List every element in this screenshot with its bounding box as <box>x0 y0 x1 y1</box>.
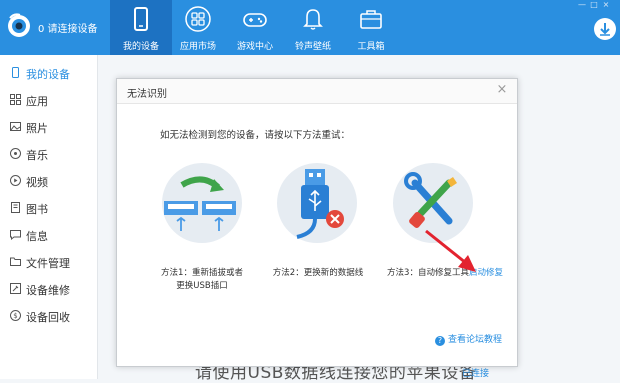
sidebar-item-label: 我的设备 <box>26 68 70 81</box>
sidebar-item-label: 应用 <box>26 95 48 108</box>
device-icon <box>12 67 19 78</box>
video-icon <box>10 175 21 186</box>
dialog-close-button[interactable]: × <box>495 83 509 97</box>
forum-tutorial-link[interactable]: ? 查看论坛教程 <box>435 332 502 346</box>
device-status[interactable]: 0 请连接设备 <box>38 20 98 35</box>
nav-label: 我的设备 <box>122 42 159 52</box>
dialog-intro: 如无法检测到您的设备，请按以下方法重试： <box>160 130 351 141</box>
phone-icon <box>134 7 148 31</box>
maximize-button[interactable]: □ <box>588 0 600 9</box>
repair-icon <box>10 283 21 294</box>
sidebar-item-label: 设备维修 <box>26 284 70 297</box>
sidebar: 我的设备 应用 照片 音乐 视频 图书 信息 文件管理 设备维修 $ 设备回收 <box>0 55 98 379</box>
dialog-title: 无法识别 <box>127 89 167 100</box>
forum-link-label: 查看论坛教程 <box>448 335 503 345</box>
sidebar-item-label: 设备回收 <box>26 311 70 324</box>
sidebar-item-books[interactable]: 图书 <box>0 197 97 219</box>
sidebar-item-file-manager[interactable]: 文件管理 <box>0 251 97 273</box>
usb-ports-icon <box>164 176 236 231</box>
folder-icon <box>10 257 21 266</box>
gamepad-icon <box>243 13 267 27</box>
toolbox-icon <box>360 10 382 29</box>
apps-icon <box>10 94 21 105</box>
sidebar-item-label: 音乐 <box>26 149 48 162</box>
music-icon <box>10 148 21 159</box>
nav-label: 游戏中心 <box>236 42 273 52</box>
recycle-icon: $ <box>10 310 21 321</box>
unrecognized-dialog: 无法识别 × 如无法检测到您的设备，请按以下方法重试： 方法1：重新插拔或者 更… <box>116 78 518 367</box>
close-window-button[interactable]: × <box>600 0 612 9</box>
method2-illustration <box>277 163 357 243</box>
sidebar-item-device-repair[interactable]: 设备维修 <box>0 278 97 300</box>
sidebar-item-label: 视频 <box>26 176 48 189</box>
download-button[interactable] <box>594 18 616 40</box>
app-logo-icon <box>8 13 30 37</box>
sidebar-item-label: 照片 <box>26 122 48 135</box>
nav-my-device[interactable]: 我的设备 <box>110 0 172 55</box>
connection-status: 已连接 <box>462 369 490 379</box>
nav-toolbox[interactable]: 工具箱 <box>340 0 402 55</box>
nav-game-center[interactable]: 游戏中心 <box>224 0 286 55</box>
apps-grid-icon <box>185 6 211 32</box>
nav-label: 铃声壁纸 <box>294 42 331 52</box>
nav-label: 工具箱 <box>357 42 385 52</box>
method1-text: 方法1：重新插拔或者 更换USB插口 <box>146 267 258 293</box>
sidebar-item-messages[interactable]: 信息 <box>0 224 97 246</box>
photo-icon <box>10 122 21 131</box>
method1-line1: 方法1：重新插拔或者 <box>161 268 243 278</box>
sidebar-item-apps[interactable]: 应用 <box>0 89 97 111</box>
bell-icon <box>303 9 323 30</box>
sidebar-item-photos[interactable]: 照片 <box>0 116 97 138</box>
message-icon <box>10 230 21 240</box>
sidebar-item-device-recycle[interactable]: $ 设备回收 <box>0 305 97 327</box>
help-icon: ? <box>435 336 445 346</box>
svg-text:$: $ <box>13 312 17 320</box>
method1-illustration <box>162 163 242 243</box>
sidebar-item-video[interactable]: 视频 <box>0 170 97 192</box>
method2-text: 方法2：更换新的数据线 <box>272 268 364 278</box>
red-arrow-icon <box>425 229 476 272</box>
nav-label: 应用市场 <box>179 42 216 52</box>
sidebar-item-my-device[interactable]: 我的设备 <box>0 62 97 84</box>
book-icon <box>11 202 20 213</box>
usb-cable-icon <box>296 169 344 239</box>
sidebar-item-label: 文件管理 <box>26 257 70 270</box>
download-icon <box>600 23 610 36</box>
window-controls: — □ × <box>576 0 616 12</box>
sidebar-item-label: 信息 <box>26 230 48 243</box>
dialog-title-bar: 无法识别 × <box>117 79 517 104</box>
top-bar: 0 请连接设备 我的设备 应用市场 游戏中心 铃声壁纸 工具箱 — □ × <box>0 0 620 55</box>
sidebar-item-label: 图书 <box>26 203 48 216</box>
minimize-button[interactable]: — <box>576 0 588 9</box>
nav-app-market[interactable]: 应用市场 <box>167 0 229 55</box>
sidebar-item-music[interactable]: 音乐 <box>0 143 97 165</box>
method1-line2: 更换USB插口 <box>176 281 228 291</box>
nav-ringtone-wallpaper[interactable]: 铃声壁纸 <box>282 0 344 55</box>
